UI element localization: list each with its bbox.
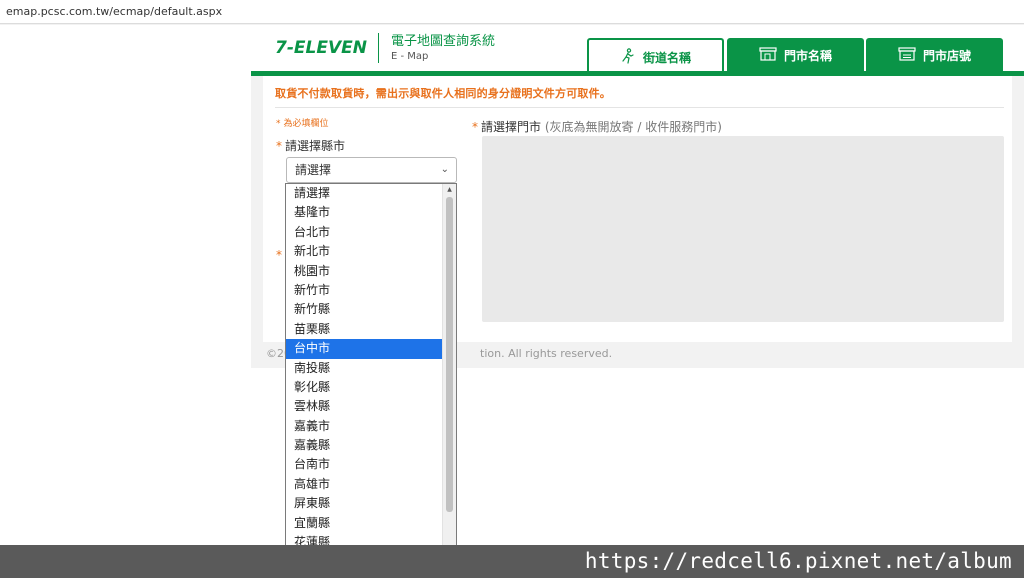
scroll-up-arrow-icon[interactable]: ▲ bbox=[443, 184, 456, 196]
required-note-text: 為必填欄位 bbox=[283, 119, 329, 129]
city-option[interactable]: 桃園市 bbox=[286, 262, 442, 281]
logo-text: 7-ELEVEN bbox=[275, 38, 367, 58]
notice-divider bbox=[275, 107, 1004, 108]
tab-store-name[interactable]: 門市名稱 bbox=[727, 38, 864, 73]
city-options: 請選擇 基隆市 台北市 新北市 桃園市 新竹市 新竹縣 苗栗縣 台中市 南投縣 彰化縣 雲林縣 嘉義市嘉… bbox=[286, 184, 456, 570]
tab-store-number[interactable]: 門市店號 bbox=[866, 38, 1003, 73]
storefront-icon bbox=[759, 47, 777, 64]
store-label-text: 請選擇門市 bbox=[481, 120, 542, 134]
dropdown-scrollbar[interactable]: ▲ ▼ bbox=[442, 184, 456, 570]
city-option[interactable]: 台南市 bbox=[286, 455, 442, 474]
tab-street-name[interactable]: 街道名稱 bbox=[587, 38, 724, 75]
city-option[interactable]: 南投縣 bbox=[286, 359, 442, 378]
city-option[interactable]: 雲林縣 bbox=[286, 397, 442, 416]
city-option[interactable]: 苗栗縣 bbox=[286, 320, 442, 339]
seven-eleven-logo[interactable]: 7-ELEVEN bbox=[275, 37, 367, 59]
city-option[interactable]: 彰化縣 bbox=[286, 378, 442, 397]
scrollbar-thumb[interactable] bbox=[446, 197, 453, 512]
site-subtitle: E - Map bbox=[391, 51, 429, 62]
city-label-text: 請選擇縣市 bbox=[285, 139, 346, 153]
city-option[interactable]: 基隆市 bbox=[286, 203, 442, 222]
required-mark: * bbox=[276, 139, 282, 153]
city-option[interactable]: 台中市 bbox=[286, 339, 442, 359]
city-select-value: 請選擇 bbox=[295, 163, 332, 177]
required-note: * 為必填欄位 bbox=[276, 116, 329, 129]
store-number-icon bbox=[898, 47, 916, 64]
city-option[interactable]: 新竹市 bbox=[286, 281, 442, 300]
city-option[interactable]: 新北市 bbox=[286, 242, 442, 261]
city-option[interactable]: 新竹縣 bbox=[286, 300, 442, 319]
required-mark: * bbox=[276, 248, 282, 262]
city-option[interactable]: 請選擇 bbox=[286, 184, 442, 203]
chevron-down-icon: ⌄ bbox=[440, 164, 449, 175]
store-hint: (灰底為無開放寄 / 收件服務門市) bbox=[544, 120, 722, 134]
tab-label: 街道名稱 bbox=[642, 51, 691, 65]
city-dropdown-list[interactable]: 請選擇 基隆市 台北市 新北市 桃園市 新竹市 新竹縣 苗栗縣 台中市 南投縣 彰化縣 雲林縣 嘉義市嘉… bbox=[285, 183, 457, 571]
site-header: 7-ELEVEN 電子地圖查詢系統 E - Map 街道名稱 門市名稱 門市店號 bbox=[251, 25, 1024, 75]
pickup-notice: 取貨不付款取貨時，需出示與取件人相同的身分證明文件方可取件。 bbox=[275, 87, 611, 100]
required-mark: * bbox=[472, 120, 478, 134]
city-option[interactable]: 宜蘭縣 bbox=[286, 514, 442, 533]
store-label: * 請選擇門市 (灰底為無開放寄 / 收件服務門市) bbox=[472, 118, 722, 135]
copyright-suffix: tion. All rights reserved. bbox=[480, 347, 613, 360]
city-option[interactable]: 屏東縣 bbox=[286, 494, 442, 513]
city-option[interactable]: 高雄市 bbox=[286, 475, 442, 494]
walking-person-icon bbox=[620, 48, 636, 67]
site-title: 電子地圖查詢系統 bbox=[391, 34, 496, 49]
required-mark: * bbox=[276, 119, 281, 129]
address-bar[interactable]: emap.pcsc.com.tw/ecmap/default.aspx bbox=[0, 0, 1024, 24]
tab-label: 門市名稱 bbox=[783, 49, 832, 63]
city-option[interactable]: 台北市 bbox=[286, 223, 442, 242]
store-list-box[interactable] bbox=[482, 136, 1004, 322]
city-option[interactable]: 嘉義市 bbox=[286, 417, 442, 436]
city-option[interactable]: 嘉義縣 bbox=[286, 436, 442, 455]
city-select[interactable]: 請選擇 ⌄ bbox=[286, 157, 457, 183]
logo-divider bbox=[378, 33, 379, 63]
city-label: * 請選擇縣市 bbox=[276, 137, 345, 154]
left-margin bbox=[0, 25, 251, 545]
tab-label: 門市店號 bbox=[922, 49, 971, 63]
watermark-url: https://redcell6.pixnet.net/album bbox=[0, 545, 1024, 578]
